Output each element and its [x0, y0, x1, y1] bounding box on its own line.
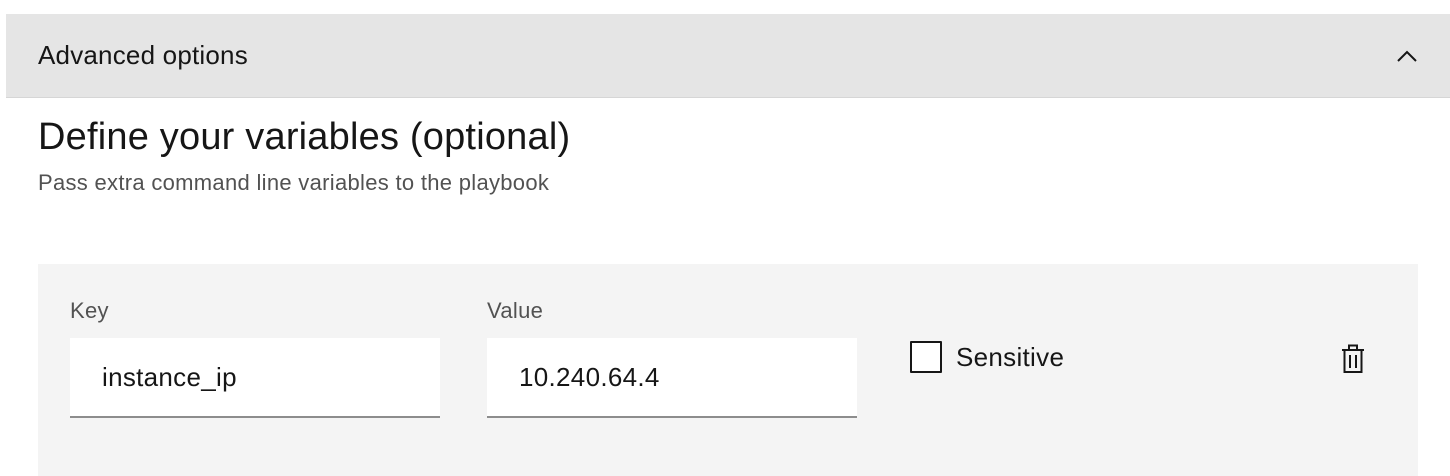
value-field: Value	[487, 298, 857, 418]
delete-variable-button[interactable]	[1328, 338, 1378, 382]
accordion-title: Advanced options	[38, 40, 248, 70]
checkbox-box[interactable]	[910, 341, 942, 373]
chevron-up-icon[interactable]	[1394, 43, 1420, 69]
section-title: Define your variables (optional)	[38, 116, 571, 158]
value-input[interactable]	[487, 338, 857, 418]
section-subtitle: Pass extra command line variables to the…	[38, 170, 550, 195]
variable-row: Key Value Sensitive	[38, 264, 1418, 476]
advanced-options-accordion-header[interactable]: Advanced options	[6, 14, 1450, 98]
sensitive-checkbox[interactable]: Sensitive	[910, 341, 1064, 373]
key-label: Key	[70, 298, 109, 323]
key-input[interactable]	[70, 338, 440, 418]
key-field: Key	[70, 298, 440, 418]
sensitive-label: Sensitive	[956, 341, 1065, 372]
value-label: Value	[487, 298, 544, 323]
trash-can-icon	[1340, 344, 1366, 377]
